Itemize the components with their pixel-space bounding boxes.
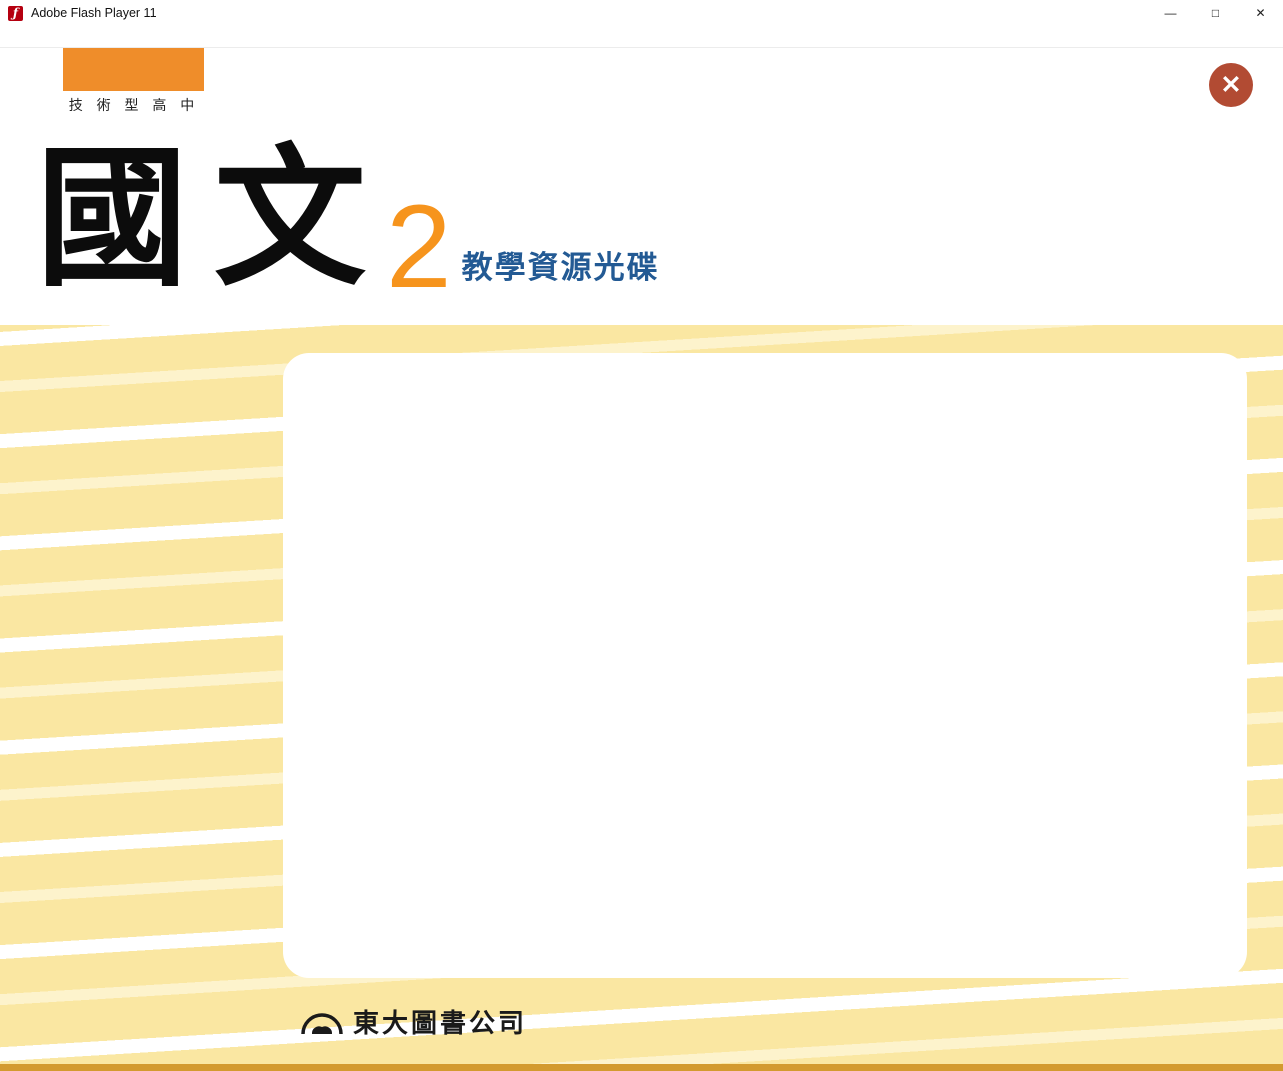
close-x-icon: ✕ xyxy=(1221,70,1242,100)
volume-number: 2 xyxy=(386,193,452,302)
bottom-orange-strip xyxy=(0,1064,1283,1071)
disc-title: 國文 2 教學資源光碟 xyxy=(36,134,660,301)
window-controls: — □ ✕ xyxy=(1148,0,1283,26)
dongda-arch-icon xyxy=(300,1008,344,1036)
flash-player-window: ƒ Adobe Flash Player 11 — □ ✕ 技 術 型 高 中 … xyxy=(0,0,1283,1071)
menubar xyxy=(0,26,1283,48)
titlebar: ƒ Adobe Flash Player 11 — □ ✕ xyxy=(0,0,1283,26)
stage: 技 術 型 高 中 國文 2 教學資源光碟 ✕ 東大圖書公司 xyxy=(0,48,1283,1071)
maximize-button[interactable]: □ xyxy=(1193,0,1238,26)
disc-subtitle: 教學資源光碟 xyxy=(462,242,660,287)
app-close-button[interactable]: ✕ xyxy=(1209,63,1253,107)
school-type-label: 技 術 型 高 中 xyxy=(55,95,213,115)
subject-title: 國文 xyxy=(36,134,392,301)
publisher-logo-block xyxy=(63,48,204,91)
close-button[interactable]: ✕ xyxy=(1238,0,1283,26)
window-title: Adobe Flash Player 11 xyxy=(31,6,157,20)
minimize-button[interactable]: — xyxy=(1148,0,1193,26)
publisher-brand: 東大圖書公司 xyxy=(300,1003,527,1040)
resource-panel xyxy=(283,353,1247,978)
publisher-name: 東大圖書公司 xyxy=(353,1003,527,1040)
flash-player-icon: ƒ xyxy=(8,6,23,21)
